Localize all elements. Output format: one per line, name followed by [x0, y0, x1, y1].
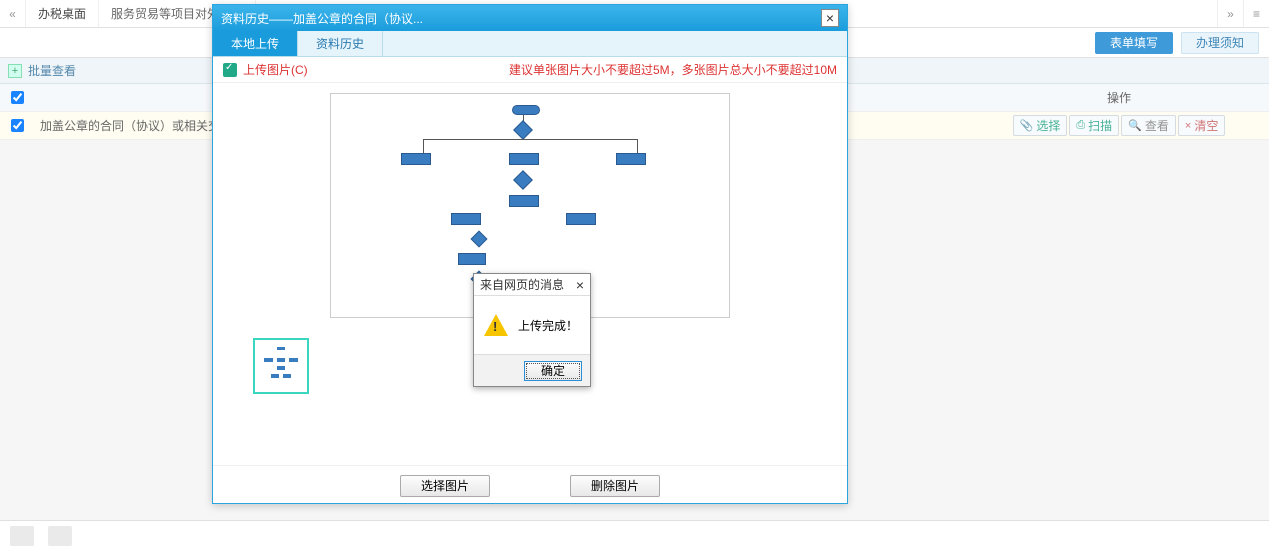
- tab-history[interactable]: 资料历史: [298, 31, 383, 56]
- thumbnail-strip: [253, 338, 309, 394]
- dialog-footer: 选择图片 删除图片: [213, 465, 847, 505]
- alert-ok-button[interactable]: 确定: [524, 361, 582, 381]
- dialog-body: 来自网页的消息 × 上传完成！ 确定: [213, 83, 847, 465]
- alert-dialog: 来自网页的消息 × 上传完成！ 确定: [473, 273, 591, 387]
- thumbnail[interactable]: [253, 338, 309, 394]
- dialog-titlebar[interactable]: 资料历史——加盖公章的合同（协议... ×: [213, 5, 847, 31]
- warning-icon: [484, 314, 508, 336]
- dialog-tabs: 本地上传 资料历史: [213, 31, 847, 57]
- upload-check-icon: [223, 63, 237, 77]
- alert-message: 上传完成！: [518, 317, 578, 334]
- dialog-close-button[interactable]: ×: [821, 9, 839, 27]
- upload-dialog: 资料历史——加盖公章的合同（协议... × 本地上传 资料历史 上传图片(C) …: [212, 4, 848, 504]
- upload-warning: 建议单张图片大小不要超过5M，多张图片总大小不要超过10M: [509, 61, 837, 78]
- upload-bar: 上传图片(C) 建议单张图片大小不要超过5M，多张图片总大小不要超过10M: [213, 57, 847, 83]
- alert-titlebar[interactable]: 来自网页的消息 ×: [474, 274, 590, 296]
- tab-local-upload[interactable]: 本地上传: [213, 31, 298, 56]
- upload-label[interactable]: 上传图片(C): [243, 61, 308, 78]
- select-image-button[interactable]: 选择图片: [400, 475, 490, 497]
- dialog-title: 资料历史——加盖公章的合同（协议...: [221, 10, 821, 27]
- alert-title: 来自网页的消息: [480, 276, 576, 293]
- delete-image-button[interactable]: 删除图片: [570, 475, 660, 497]
- alert-close-button[interactable]: ×: [576, 277, 584, 293]
